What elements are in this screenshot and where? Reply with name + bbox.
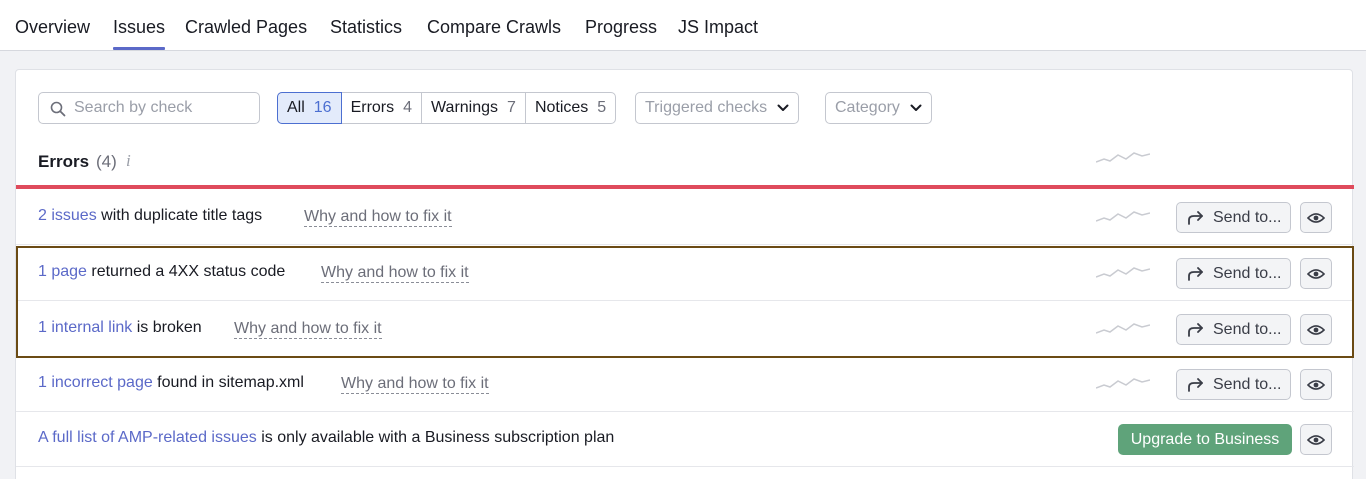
issue-link[interactable]: 1 incorrect page (38, 374, 153, 391)
issue-description: is broken (132, 319, 202, 336)
top-navigation: Overview Issues Crawled Pages Statistics… (0, 0, 1366, 51)
eye-icon (1307, 268, 1325, 279)
filter-errors[interactable]: Errors 4 (340, 93, 421, 123)
hide-issue-button[interactable] (1300, 369, 1332, 400)
sparkline-icon (1096, 378, 1150, 389)
share-arrow-icon (1188, 266, 1203, 281)
filter-label: All (287, 99, 305, 116)
filter-label: Notices (534, 99, 589, 116)
why-fix-link[interactable]: Why and how to fix it (234, 319, 382, 339)
issue-type-filter: All 16 Errors 4 Warnings 7 Notices 5 (277, 92, 617, 124)
eye-icon (1307, 379, 1325, 390)
dropdown-label: Triggered checks (645, 99, 768, 116)
eye-icon (1307, 324, 1325, 335)
hide-issue-button[interactable] (1300, 202, 1332, 233)
amp-description: is only available with a Business subscr… (256, 429, 615, 446)
issue-text: 1 incorrect page found in sitemap.xml (38, 374, 304, 392)
amp-issues-link[interactable]: A full list of AMP-related issues (38, 429, 257, 446)
filter-warnings[interactable]: Warnings 7 (421, 93, 525, 123)
tab-issues[interactable]: Issues (113, 17, 166, 50)
why-fix-link[interactable]: Why and how to fix it (304, 207, 452, 227)
amp-upgrade-row: A full list of AMP-related issues is onl… (16, 412, 1354, 467)
filter-all[interactable]: All 16 (278, 93, 341, 123)
send-to-button[interactable]: Send to... (1176, 258, 1291, 289)
tab-compare-crawls[interactable]: Compare Crawls (427, 17, 561, 38)
send-to-label: Send to... (1213, 208, 1282, 226)
share-arrow-icon (1188, 210, 1203, 225)
amp-text: A full list of AMP-related issues is onl… (38, 429, 614, 447)
category-dropdown[interactable]: Category (825, 92, 932, 124)
share-arrow-icon (1188, 377, 1203, 392)
filter-count: 16 (313, 99, 332, 116)
tab-progress[interactable]: Progress (585, 17, 657, 38)
eye-icon (1307, 434, 1325, 445)
send-to-label: Send to... (1213, 320, 1282, 338)
eye-icon (1307, 212, 1325, 223)
issue-text: 2 issues with duplicate title tags (38, 207, 262, 225)
search-box[interactable] (38, 92, 260, 124)
issue-text: 1 internal link is broken (38, 319, 202, 337)
search-icon (50, 101, 66, 117)
filter-label: Errors (350, 99, 395, 116)
triggered-checks-dropdown[interactable]: Triggered checks (635, 92, 800, 124)
section-title: Errors (38, 152, 90, 171)
error-severity-line (16, 185, 1354, 189)
filter-count: 4 (403, 99, 413, 116)
issue-row: 2 issues with duplicate title tags Why a… (16, 190, 1354, 245)
issue-description: returned a 4XX status code (86, 263, 286, 280)
issue-description: with duplicate title tags (96, 207, 263, 224)
upgrade-button[interactable]: Upgrade to Business (1118, 424, 1292, 455)
why-fix-link[interactable]: Why and how to fix it (341, 374, 489, 394)
sparkline-icon (1096, 267, 1150, 278)
section-count: (4) (96, 152, 117, 171)
chevron-down-icon (910, 104, 922, 111)
hide-issue-button[interactable] (1300, 258, 1332, 289)
send-to-button[interactable]: Send to... (1176, 369, 1291, 400)
filter-count: 5 (597, 99, 607, 116)
sparkline-icon (1096, 323, 1150, 334)
issue-row: 1 incorrect page found in sitemap.xml Wh… (16, 357, 1354, 412)
issue-link[interactable]: 1 page (38, 263, 87, 280)
why-fix-link[interactable]: Why and how to fix it (321, 263, 469, 283)
dropdown-label: Category (835, 99, 900, 116)
sparkline-icon (1096, 211, 1150, 222)
hide-issue-button[interactable] (1300, 424, 1332, 455)
send-to-button[interactable]: Send to... (1176, 202, 1291, 233)
issue-text: 1 page returned a 4XX status code (38, 263, 285, 281)
issue-link[interactable]: 2 issues (38, 207, 97, 224)
issues-panel: All 16 Errors 4 Warnings 7 Notices 5 Tri… (15, 69, 1354, 479)
issue-link[interactable]: 1 internal link (38, 319, 132, 336)
issue-description: found in sitemap.xml (152, 374, 304, 391)
sparkline-icon (1096, 152, 1150, 163)
search-input[interactable] (74, 94, 254, 122)
issue-row: 1 page returned a 4XX status code Why an… (16, 246, 1354, 301)
issue-row: 1 internal link is broken Why and how to… (16, 302, 1354, 357)
share-arrow-icon (1188, 322, 1203, 337)
filter-notices[interactable]: Notices 5 (524, 93, 615, 123)
tab-statistics[interactable]: Statistics (330, 17, 402, 38)
info-icon[interactable]: i (126, 151, 131, 171)
send-to-label: Send to... (1213, 375, 1282, 393)
filter-count: 7 (507, 99, 516, 116)
tab-overview[interactable]: Overview (15, 17, 90, 38)
chevron-down-icon (777, 104, 789, 111)
hide-issue-button[interactable] (1300, 314, 1332, 345)
send-to-label: Send to... (1213, 264, 1282, 282)
filter-label: Warnings (431, 99, 499, 116)
tab-js-impact[interactable]: JS Impact (678, 17, 758, 38)
send-to-button[interactable]: Send to... (1176, 314, 1291, 345)
tab-crawled-pages[interactable]: Crawled Pages (185, 17, 307, 38)
